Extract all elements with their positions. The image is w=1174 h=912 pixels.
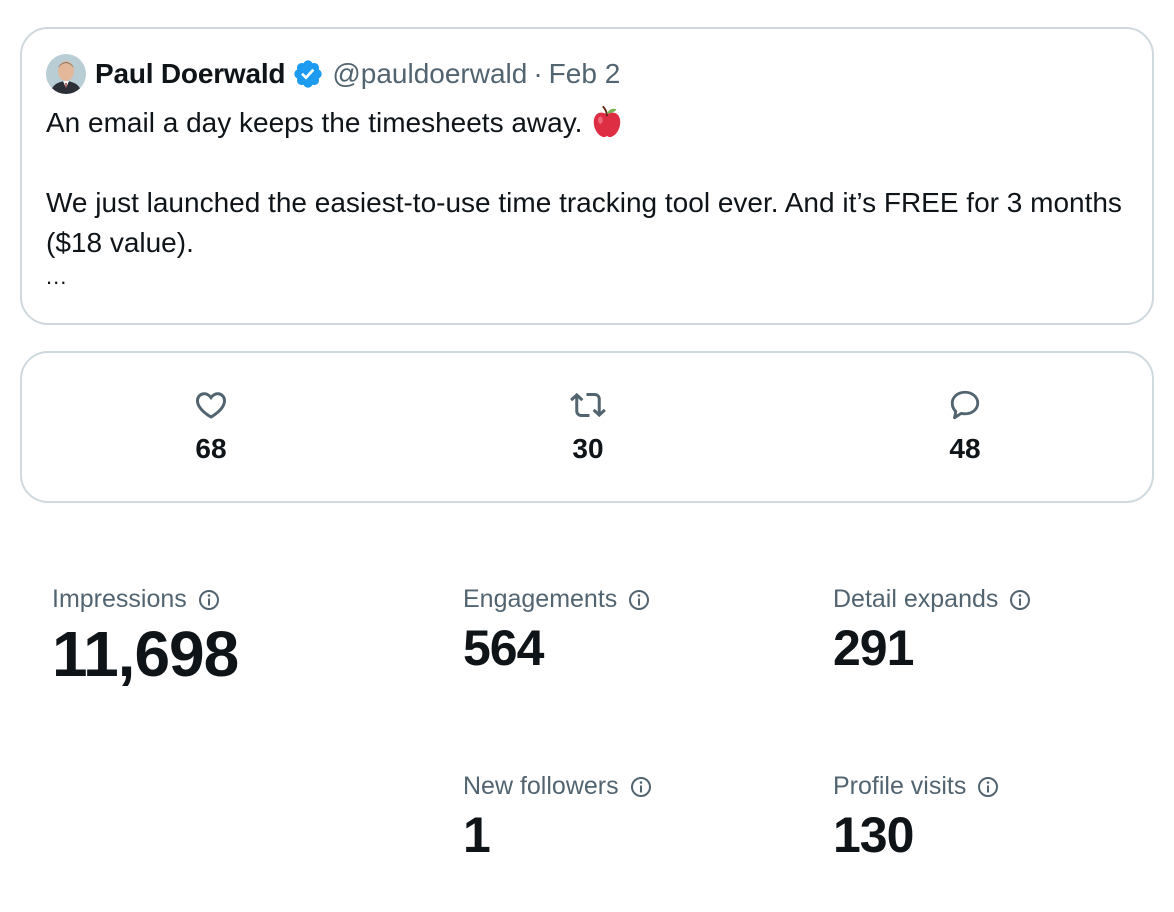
tweet-date[interactable]: Feb 2: [549, 58, 621, 90]
tweet-line-1: An email a day keeps the timesheets away…: [46, 107, 583, 138]
info-circle-icon[interactable]: [1008, 588, 1032, 612]
metric-new-followers: New followers 1: [463, 772, 653, 865]
new-followers-value: 1: [463, 807, 491, 863]
engagements-value: 564: [463, 620, 544, 676]
metric-label: Profile visits: [833, 772, 1000, 801]
repost-stat[interactable]: 30: [528, 387, 648, 465]
impressions-label: Impressions: [52, 585, 187, 613]
like-stat[interactable]: 68: [151, 387, 271, 465]
info-circle-icon[interactable]: [627, 588, 651, 612]
profile-visits-label: Profile visits: [833, 772, 967, 800]
avatar[interactable]: [46, 54, 86, 94]
detail-expands-label: Detail expands: [833, 585, 999, 613]
engagement-card: 68 30 48: [20, 351, 1154, 503]
author-handle[interactable]: @pauldoerwald: [332, 58, 527, 90]
tweet-header: Paul Doerwald @pauldoerwald · Feb 2: [46, 53, 620, 95]
metric-engagements: Engagements 564: [463, 585, 651, 678]
detail-expands-value: 291: [833, 620, 914, 676]
info-circle-icon[interactable]: [976, 775, 1000, 799]
verified-badge-icon: [294, 60, 323, 88]
reply-stat[interactable]: 48: [905, 387, 1025, 465]
tweet-text: An email a day keeps the timesheets away…: [46, 103, 1136, 291]
metric-impressions: Impressions 11,698: [52, 585, 239, 692]
profile-visits-value: 130: [833, 807, 914, 863]
like-count: 68: [195, 433, 227, 464]
tweet-ellipsis: ...: [46, 264, 68, 289]
separator-dot: ·: [533, 58, 543, 89]
info-circle-icon[interactable]: [629, 775, 653, 799]
engagements-label: Engagements: [463, 585, 618, 613]
reply-count: 48: [949, 433, 981, 464]
metric-profile-visits: Profile visits 130: [833, 772, 1000, 865]
new-followers-label: New followers: [463, 772, 619, 800]
tweet-card[interactable]: Paul Doerwald @pauldoerwald · Feb 2 An e…: [20, 27, 1154, 325]
metric-label: Engagements: [463, 585, 651, 614]
red-apple-emoji-icon: [594, 105, 621, 138]
impressions-value: 11,698: [52, 618, 239, 690]
repost-count: 30: [572, 433, 604, 464]
tweet-line: An email a day keeps the timesheets away…: [46, 103, 1136, 143]
heart-icon[interactable]: [193, 387, 229, 423]
metric-detail-expands: Detail expands 291: [833, 585, 1032, 678]
tweet-line-2: We just launched the easiest-to-use time…: [46, 187, 1122, 258]
reply-bubble-icon[interactable]: [947, 387, 983, 423]
info-circle-icon[interactable]: [197, 588, 221, 612]
metric-label: Detail expands: [833, 585, 1032, 614]
repost-icon[interactable]: [570, 387, 606, 423]
metric-label: Impressions: [52, 585, 238, 614]
author-name[interactable]: Paul Doerwald: [95, 58, 286, 90]
metric-label: New followers: [463, 772, 653, 801]
